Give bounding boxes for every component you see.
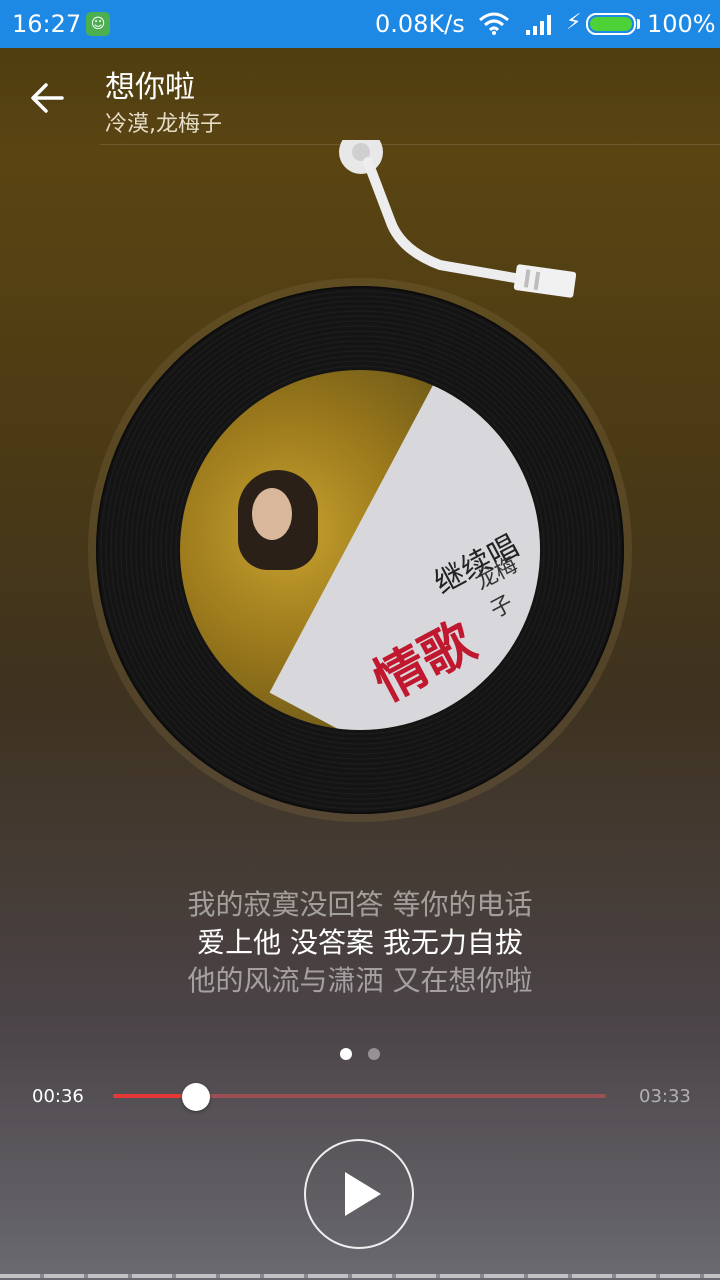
- bottom-edge: [0, 1274, 720, 1278]
- cover-face-shape: [252, 488, 292, 540]
- turntable: 继续唱 龙梅子 情歌: [0, 140, 720, 840]
- signal-icon: [524, 12, 556, 42]
- status-time: 16:27: [12, 10, 82, 38]
- total-time: 03:33: [639, 1086, 691, 1107]
- battery-icon: [586, 13, 636, 35]
- lyric-previous: 我的寂寞没回答 等你的电话: [187, 888, 533, 921]
- page-dot-2: [368, 1048, 380, 1060]
- page-indicator: [340, 1048, 380, 1060]
- arrow-left-icon: [31, 83, 64, 113]
- back-button[interactable]: [24, 74, 72, 122]
- notification-app-icon: ☺: [86, 12, 110, 36]
- battery-fill: [590, 17, 632, 31]
- lyrics[interactable]: 我的寂寞没回答 等你的电话 爱上他 没答案 我无力自拔 他的风流与潇洒 又在想你…: [0, 886, 720, 1000]
- album-cover: 继续唱 龙梅子 情歌: [180, 370, 540, 730]
- progress-thumb[interactable]: [182, 1083, 211, 1111]
- player-header: 想你啦 冷漠,龙梅子: [0, 48, 720, 146]
- network-speed: 0.08K/s: [375, 10, 465, 38]
- current-time: 00:36: [32, 1086, 84, 1107]
- song-title: 想你啦: [105, 70, 195, 105]
- charging-icon: ⚡: [566, 10, 582, 35]
- battery-percent: 100%: [647, 10, 716, 38]
- page-dot-1: [340, 1048, 352, 1060]
- lyric-current: 爱上他 没答案 我无力自拔: [197, 926, 523, 959]
- lyric-next: 他的风流与潇洒 又在想你啦: [187, 964, 533, 997]
- status-bar: 16:27 ☺ 0.08K/s ⚡ 100%: [0, 0, 720, 48]
- play-icon: [345, 1172, 381, 1216]
- tonearm-icon: [339, 140, 577, 298]
- battery-tip: [637, 19, 640, 29]
- wifi-icon: [478, 12, 510, 42]
- song-artist: 冷漠,龙梅子: [105, 112, 222, 137]
- play-button[interactable]: [304, 1139, 414, 1249]
